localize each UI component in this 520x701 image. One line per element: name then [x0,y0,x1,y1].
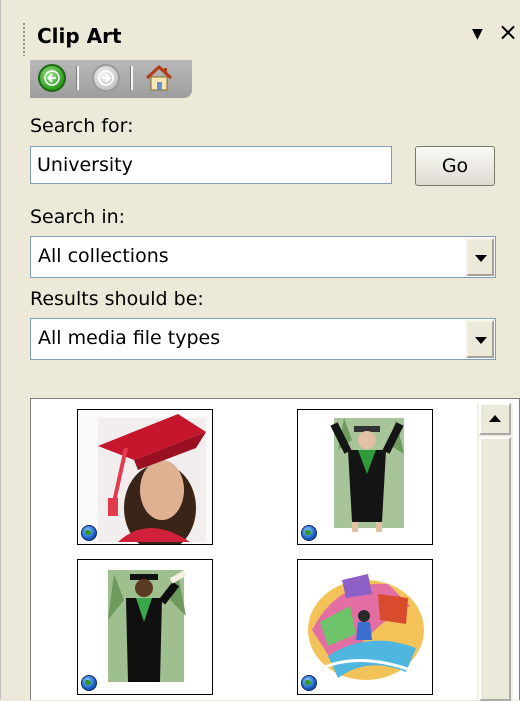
forward-button[interactable] [92,64,120,92]
back-arrow-icon [44,70,60,86]
results-type-select[interactable]: All media file types [30,318,496,360]
scroll-up-button[interactable] [479,403,511,435]
search-in-label: Search in: [30,206,126,228]
back-button[interactable] [38,64,66,92]
home-button[interactable] [144,64,174,92]
clip-thumbnail[interactable] [77,409,213,545]
search-in-value: All collections [38,245,169,267]
dropdown-arrow-icon[interactable] [466,238,494,276]
graduate-woman-image [78,410,212,544]
search-input[interactable] [30,146,392,184]
search-for-label: Search for: [30,115,134,137]
globe-icon [81,525,97,541]
nav-divider [130,66,133,90]
results-type-value: All media file types [38,327,221,349]
nav-divider [76,66,79,90]
close-button[interactable]: × [498,20,518,44]
results-list [30,398,520,701]
globe-icon [301,525,317,541]
grip-handle[interactable] [22,22,26,56]
home-icon [145,65,173,91]
results-type-label: Results should be: [30,288,204,310]
campus-illustration-image [298,560,432,694]
go-button[interactable]: Go [415,146,495,186]
globe-icon [81,675,97,691]
task-pane-header: Clip Art ▼ × [0,0,520,60]
vertical-scrollbar[interactable] [477,403,513,701]
search-in-select[interactable]: All collections [30,236,496,278]
graduate-diploma-image [78,560,212,694]
panel-title: Clip Art [37,24,122,48]
forward-arrow-icon [98,70,114,86]
scroll-thumb[interactable] [479,437,511,701]
clip-thumbnail[interactable] [77,559,213,695]
globe-icon [301,675,317,691]
dropdown-arrow-icon[interactable] [466,320,494,358]
panel-menu-chevron-down-icon[interactable]: ▼ [472,26,483,42]
clip-thumbnail[interactable] [297,409,433,545]
graduate-gown-image [298,410,432,544]
navigation-toolbar [30,60,192,98]
clip-thumbnail[interactable] [297,559,433,695]
